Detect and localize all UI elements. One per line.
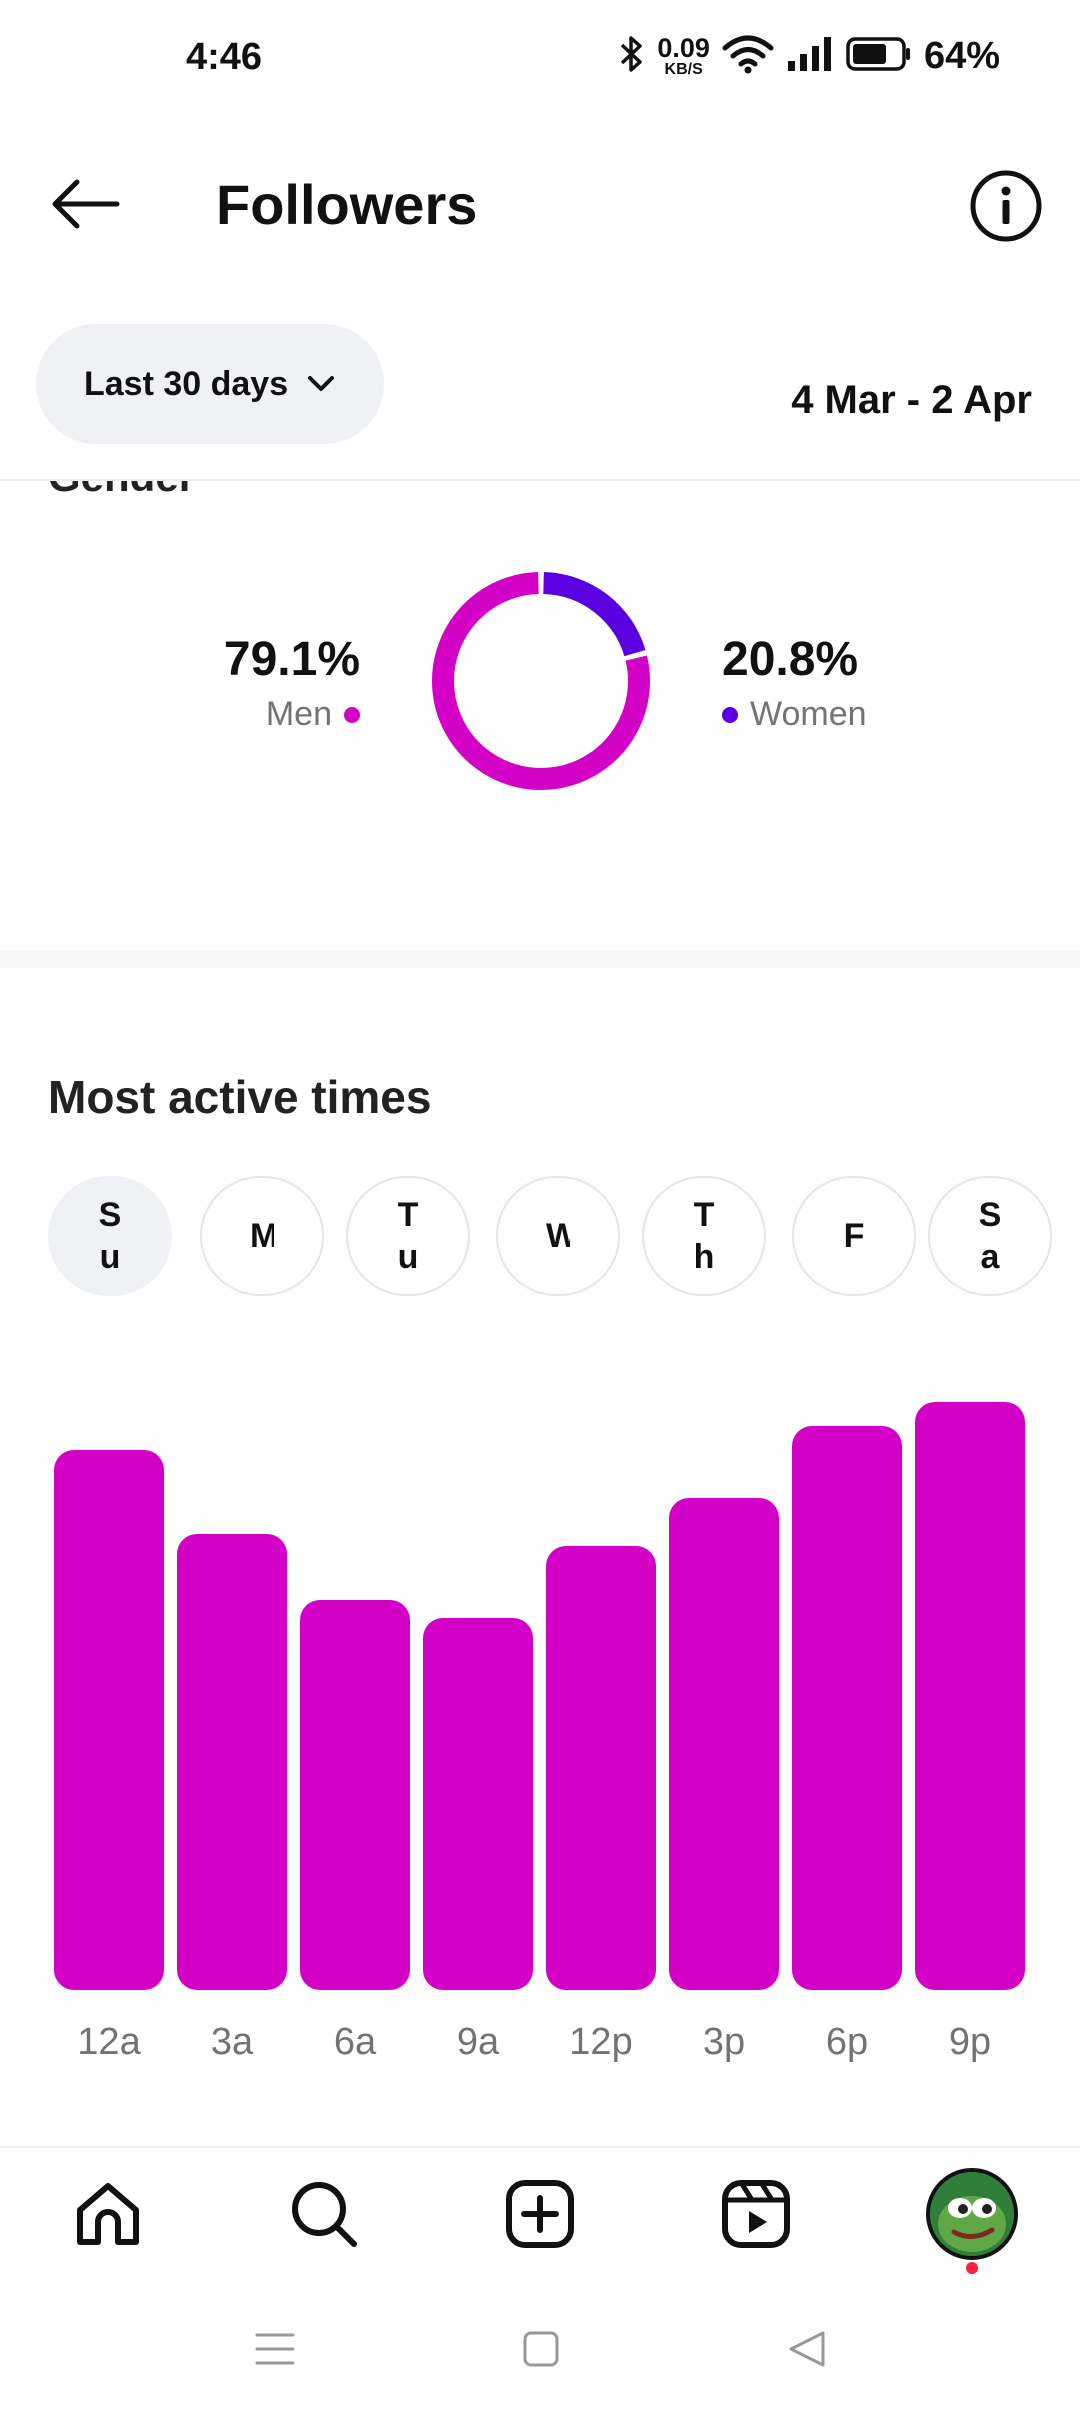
- status-time: 4:46: [186, 36, 263, 78]
- day-chip-label: W: [546, 1217, 570, 1255]
- network-speed: 0.09 KB/S: [657, 35, 710, 78]
- page-title: Followers: [216, 173, 478, 236]
- day-chip-saturday[interactable]: Sa: [928, 1176, 1052, 1296]
- bar-9p[interactable]: [915, 1402, 1025, 1990]
- wifi-icon: [722, 34, 774, 79]
- x-tick-label: 9a: [457, 2021, 500, 2063]
- back-system-button[interactable]: [782, 2324, 832, 2374]
- header: Followers: [0, 124, 1080, 284]
- most-active-times-title: Most active times: [48, 1071, 432, 1123]
- network-speed-unit: KB/S: [664, 61, 703, 78]
- nav-search[interactable]: [284, 2174, 364, 2254]
- x-tick-label: 3p: [703, 2021, 745, 2063]
- search-icon: [292, 2182, 357, 2247]
- gender-donut-chart: [432, 572, 650, 790]
- triangle-back-icon: [789, 2331, 825, 2367]
- chevron-down-icon: [308, 376, 335, 391]
- x-tick-label: 9p: [949, 2021, 991, 2063]
- women-percentage: 20.8%: [722, 633, 859, 686]
- day-chip-wednesday[interactable]: W: [496, 1176, 620, 1296]
- status-bar: 4:46 0.09 KB/S 64%: [0, 0, 1080, 124]
- x-tick-label: 6p: [826, 2021, 868, 2063]
- day-chip-label: Su: [98, 1196, 122, 1276]
- men-percentage: 79.1%: [223, 633, 360, 686]
- system-navigation-bar: [0, 2284, 1080, 2412]
- notification-dot: [966, 2262, 978, 2274]
- day-chip-label: Th: [693, 1196, 715, 1276]
- back-button[interactable]: [40, 164, 130, 244]
- date-range-selector-label: Last 30 days: [84, 364, 289, 403]
- square-icon: [523, 2331, 559, 2367]
- gender-women-stat: 20.8% Women: [722, 632, 867, 734]
- frog-avatar-icon: [930, 2172, 1014, 2256]
- women-label: Women: [750, 695, 867, 733]
- day-chip-label: Tu: [397, 1196, 419, 1276]
- day-chip-sunday[interactable]: Su: [48, 1176, 172, 1296]
- date-range-text: 4 Mar - 2 Apr: [791, 378, 1032, 422]
- most-active-times-chart: 12a 3a 6a 9a 12p 3p 6p 9p: [0, 1320, 1080, 2080]
- day-chip-label: M: [250, 1217, 274, 1255]
- section-separator: [0, 950, 1080, 968]
- bar-9a[interactable]: [423, 1618, 533, 1990]
- info-icon: [970, 170, 1042, 242]
- nav-create[interactable]: [500, 2174, 580, 2254]
- bar-12p[interactable]: [546, 1546, 656, 1990]
- info-button[interactable]: [968, 168, 1044, 244]
- nav-profile-avatar[interactable]: [926, 2168, 1018, 2260]
- bar-3a[interactable]: [177, 1534, 287, 1990]
- women-legend-dot: [722, 706, 738, 723]
- network-speed-value: 0.09: [657, 33, 710, 63]
- x-tick-label: 3a: [211, 2021, 254, 2063]
- signal-icon: [786, 35, 834, 78]
- men-legend-dot: [344, 706, 360, 723]
- menu-icon: [255, 2333, 295, 2365]
- bottom-navigation: [0, 2148, 1080, 2284]
- day-chip-tuesday[interactable]: Tu: [346, 1176, 470, 1296]
- home-system-button[interactable]: [516, 2324, 566, 2374]
- day-chip-label: Sa: [978, 1196, 1002, 1276]
- bar-12a[interactable]: [54, 1450, 164, 1990]
- men-label: Men: [265, 695, 332, 733]
- donut-slice-women: [542, 572, 646, 657]
- bar-chart-svg: 12a 3a 6a 9a 12p 3p 6p 9p: [54, 1402, 1025, 2063]
- battery-icon: [846, 36, 912, 77]
- day-chip-friday[interactable]: F: [792, 1176, 916, 1296]
- nav-home[interactable]: [68, 2174, 148, 2254]
- reels-icon: [722, 2180, 790, 2248]
- create-icon: [506, 2180, 574, 2248]
- nav-reels[interactable]: [716, 2174, 796, 2254]
- bar-6a[interactable]: [300, 1600, 410, 1990]
- gender-section-header: Gender: [0, 481, 1080, 541]
- battery-percent: 64%: [923, 35, 1000, 77]
- x-tick-label: 12p: [569, 2021, 632, 2063]
- date-range-selector[interactable]: Last 30 days: [36, 324, 384, 444]
- day-chip-thursday[interactable]: Th: [642, 1176, 766, 1296]
- recent-apps-button[interactable]: [250, 2324, 300, 2374]
- gender-heading: Gender: [48, 481, 195, 501]
- day-chip-monday[interactable]: M: [200, 1176, 324, 1296]
- bluetooth-icon: [619, 35, 645, 78]
- gender-men-stat: 79.1% Men: [224, 632, 360, 734]
- bar-6p[interactable]: [792, 1426, 902, 1990]
- status-icons: 0.09 KB/S 64%: [619, 34, 1000, 79]
- day-chip-label: F: [843, 1217, 865, 1255]
- x-tick-label: 6a: [334, 2021, 377, 2063]
- home-icon: [77, 2183, 139, 2245]
- bar-3p[interactable]: [669, 1498, 779, 1990]
- x-tick-label: 12a: [77, 2021, 141, 2063]
- back-arrow-icon: [52, 179, 120, 229]
